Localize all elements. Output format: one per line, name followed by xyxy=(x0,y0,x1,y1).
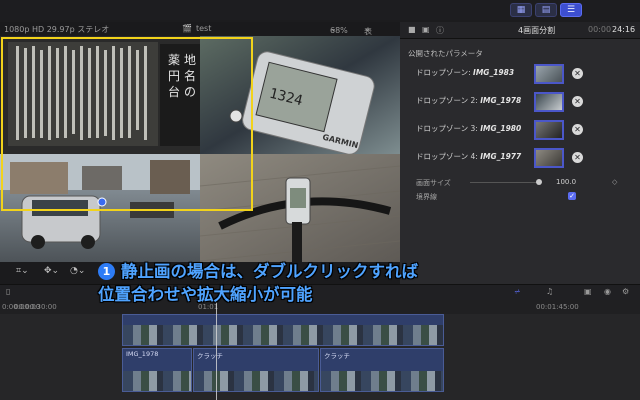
screen-size-slider-knob[interactable] xyxy=(536,179,542,185)
keyframe-diamond-icon[interactable]: ◇ xyxy=(612,178,617,186)
crop-icon[interactable]: ⌗⌄ xyxy=(16,266,29,276)
drop-zone-well[interactable] xyxy=(534,64,564,84)
svg-text:の: の xyxy=(184,85,196,99)
border-label: 境界線 xyxy=(416,193,437,201)
info-tab-icon[interactable]: ⓘ xyxy=(436,25,444,36)
timeline-clip[interactable]: IMG_1978 xyxy=(122,348,192,392)
position-handle[interactable] xyxy=(97,197,107,207)
step-number-badge: 1 xyxy=(98,263,115,280)
drop-zone-row-4: ドロップゾーン 4: IMG_1977 ✕ xyxy=(400,148,640,174)
timeline-clip[interactable]: クラッチ xyxy=(320,348,444,392)
svg-text:名: 名 xyxy=(184,68,196,83)
zoom-icon[interactable]: ◉ xyxy=(604,287,611,296)
video-viewer[interactable]: 薬 円 台 地 名 の 1324 GARMIN xyxy=(0,36,400,262)
video-tab-icon[interactable]: ■ xyxy=(408,25,416,34)
drop-zone-row-2: ドロップゾーン 2: IMG_1978 ✕ xyxy=(400,92,640,118)
inspector-header: ■ ▣ ⓘ 4画面分割 00:00 24:16 xyxy=(400,22,640,39)
svg-text:台: 台 xyxy=(168,84,180,99)
clear-drop-zone-icon[interactable]: ✕ xyxy=(572,96,583,107)
drop-zone-clip-name: IMG_1977 xyxy=(480,152,522,161)
screen-size-slider[interactable] xyxy=(470,182,540,183)
layout-timeline-button[interactable]: ▤ xyxy=(535,3,557,17)
clear-drop-zone-icon[interactable]: ✕ xyxy=(572,152,583,163)
viewer-canvas: 薬 円 台 地 名 の 1324 GARMIN xyxy=(0,36,400,262)
clear-drop-zone-icon[interactable]: ✕ xyxy=(572,124,583,135)
transform-icon[interactable]: ✥⌄ xyxy=(44,266,59,276)
clapper-icon: 🎬 xyxy=(182,24,192,33)
tutorial-caption: 1 静止画の場合は、ダブルクリックすれば 位置合わせや拡大縮小が可能 xyxy=(98,260,558,306)
viewer-header: 1080p HD 29.97p ステレオ 🎬 test 68% ⌄ 表示 ⌄ xyxy=(0,22,400,47)
top-toolbar: ▦ ▤ ☰ xyxy=(0,0,640,20)
published-params-title: 公開されたパラメータ xyxy=(408,49,483,58)
drop-zone-well[interactable] xyxy=(534,92,564,112)
format-label: 1080p HD 29.97p ステレオ xyxy=(4,25,110,34)
border-checkbox[interactable]: ✓ xyxy=(568,192,576,200)
inspector-title: 4画面分割 xyxy=(518,26,556,35)
timeline-clip[interactable]: クラッチ xyxy=(193,348,319,392)
inspector-panel: ■ ▣ ⓘ 4画面分割 00:00 24:16 公開されたパラメータ ドロップゾ… xyxy=(400,22,640,284)
timecode: 24:16 xyxy=(612,25,636,34)
screen-size-value[interactable]: 100.0 xyxy=(556,178,576,186)
caption-line-2: 位置合わせや拡大縮小が可能 xyxy=(98,285,313,304)
view-menu[interactable]: 表示 ⌄ xyxy=(364,24,372,47)
svg-text:地: 地 xyxy=(184,53,196,67)
clear-drop-zone-icon[interactable]: ✕ xyxy=(572,68,583,79)
speed-icon[interactable]: ◔⌄ xyxy=(70,266,85,276)
timecode-prefix: 00:00 xyxy=(588,25,612,34)
drop-zone-clip-name: IMG_1978 xyxy=(480,96,522,105)
zoom-dropdown[interactable]: 68% ⌄ xyxy=(330,24,348,35)
drop-zone-row-1: ドロップゾーン: IMG_1983 ✕ xyxy=(400,64,640,90)
caption-line-1: 静止画の場合は、ダブルクリックすれば xyxy=(121,262,418,281)
settings-icon[interactable]: ⚙ xyxy=(622,287,629,296)
timeline[interactable]: 0:00:00:00 00:00:30:00 01:01 00:01:45:00… xyxy=(0,300,640,400)
clip-appearance-icon[interactable]: ▯ xyxy=(6,287,10,296)
drop-zone-well[interactable] xyxy=(534,120,564,140)
drop-zone-clip-name: IMG_1980 xyxy=(480,124,522,133)
project-name: test xyxy=(196,24,212,33)
timeline-clip[interactable] xyxy=(122,314,444,346)
drop-zone-well[interactable] xyxy=(534,148,564,168)
svg-text:薬: 薬 xyxy=(168,53,180,67)
inspector-toggle-button[interactable]: ☰ xyxy=(560,3,582,17)
drop-zone-clip-name: IMG_1983 xyxy=(473,68,515,77)
snapshot-icon[interactable]: ▣ xyxy=(584,287,592,296)
screen-size-label: 画面サイズ xyxy=(416,179,451,187)
layout-libraries-button[interactable]: ▦ xyxy=(510,3,532,17)
film-tab-icon[interactable]: ▣ xyxy=(422,25,430,34)
playhead[interactable] xyxy=(216,300,217,400)
svg-text:円: 円 xyxy=(168,69,180,83)
drop-zone-row-3: ドロップゾーン 3: IMG_1980 ✕ xyxy=(400,120,640,146)
